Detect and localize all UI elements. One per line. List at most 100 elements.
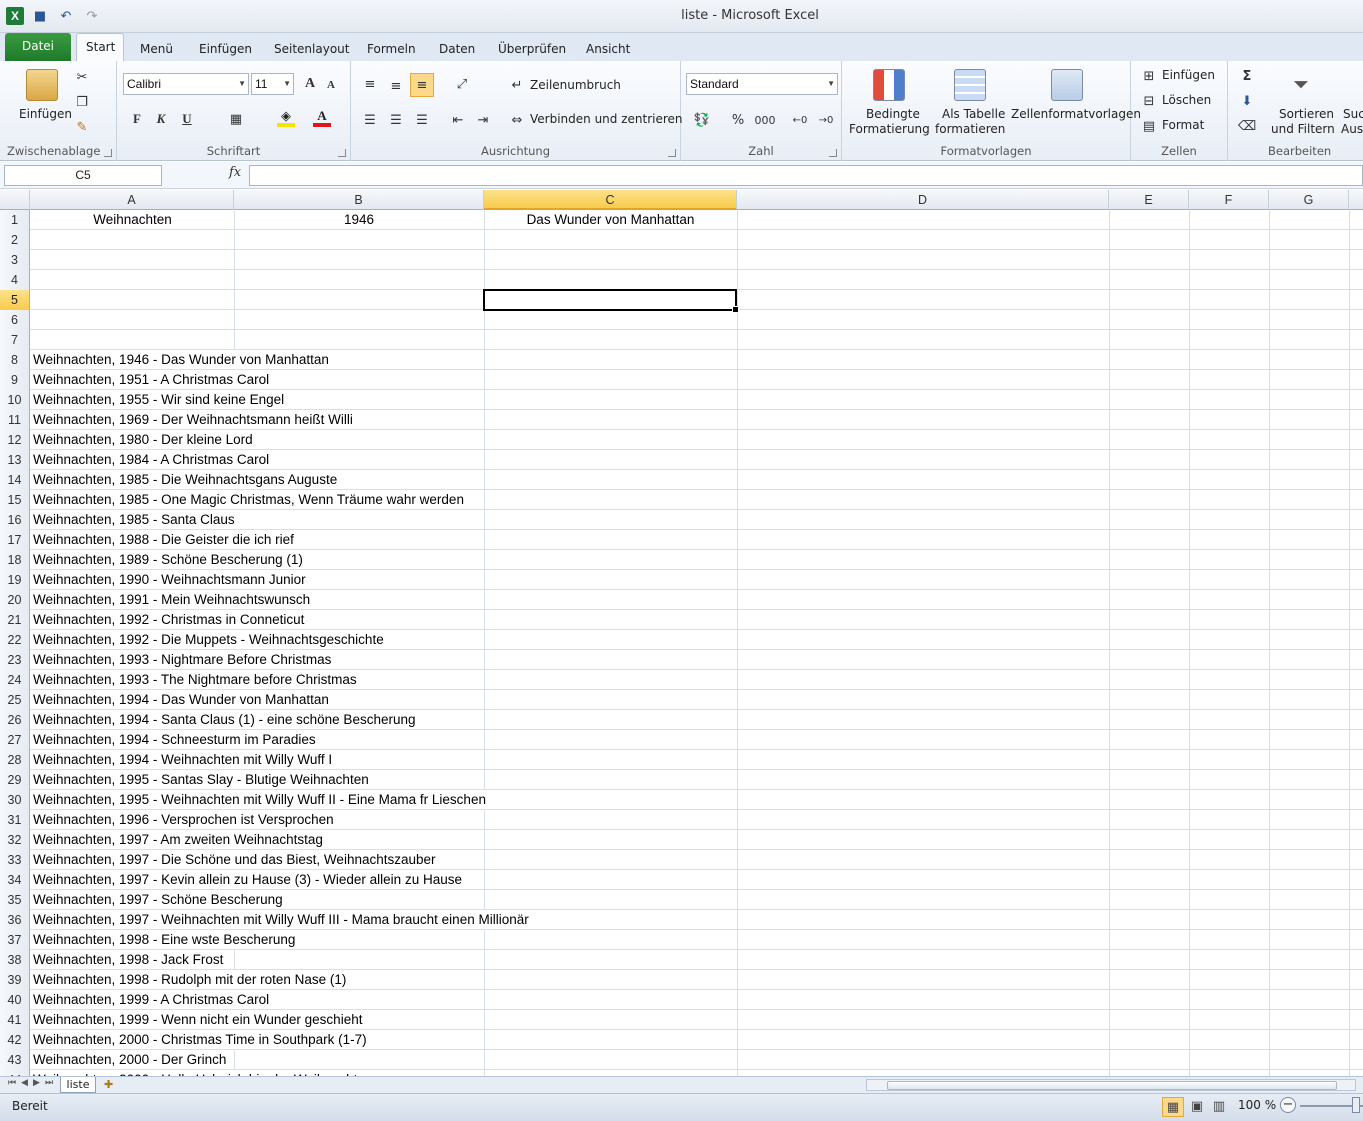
cell-a17[interactable]: Weihnachten, 1988 - Die Geister die ich … [31, 530, 294, 549]
horizontal-scrollbar[interactable] [866, 1079, 1356, 1091]
row-header[interactable]: 10 [0, 390, 30, 410]
merge-center-button[interactable]: Verbinden und zentrieren [530, 112, 683, 126]
sort-filter-label-2[interactable]: und Filtern [1271, 122, 1335, 136]
row-header[interactable]: 40 [0, 990, 30, 1010]
align-top-icon[interactable]: ≡ [361, 75, 379, 93]
row-header[interactable]: 14 [0, 470, 30, 490]
cell-a28[interactable]: Weihnachten, 1994 - Weihnachten mit Will… [31, 750, 333, 769]
row-header[interactable]: 32 [0, 830, 30, 850]
paste-button[interactable]: Einfügen [19, 107, 72, 121]
row-header[interactable]: 5 [0, 290, 30, 310]
bold-button[interactable]: F [129, 111, 145, 127]
new-sheet-icon[interactable]: ✚ [104, 1078, 113, 1091]
fill-color-icon[interactable]: ◈ [277, 109, 295, 127]
cell-a26[interactable]: Weihnachten, 1994 - Santa Claus (1) - ei… [31, 710, 416, 729]
percent-button[interactable]: % [729, 111, 747, 129]
prev-sheet-icon[interactable]: ◀ [21, 1078, 28, 1088]
font-size-select[interactable]: 11 ▼ [251, 73, 294, 95]
conditional-formatting-label-1[interactable]: Bedingte [866, 107, 920, 121]
row-header[interactable]: 19 [0, 570, 30, 590]
insert-cells-icon[interactable]: ⊞ [1140, 67, 1158, 85]
format-cells-icon[interactable]: ▤ [1140, 117, 1158, 135]
row-header[interactable]: 33 [0, 850, 30, 870]
row-header[interactable]: 36 [0, 910, 30, 930]
column-header-e[interactable]: E [1109, 190, 1189, 210]
conditional-formatting-icon[interactable] [873, 69, 905, 101]
row-header[interactable]: 13 [0, 450, 30, 470]
align-left-icon[interactable]: ☰ [361, 111, 379, 129]
spreadsheet-grid[interactable]: A B C D E F G 1 Weihnachten 1946 Das Wunder… [0, 190, 1363, 1076]
tab-ueberpruefen[interactable]: Überprüfen [489, 38, 575, 61]
copy-icon[interactable]: ❐ [74, 94, 90, 110]
row-header[interactable]: 22 [0, 630, 30, 650]
row-header[interactable]: 15 [0, 490, 30, 510]
row-header[interactable]: 9 [0, 370, 30, 390]
row-header[interactable]: 35 [0, 890, 30, 910]
row-header[interactable]: 12 [0, 430, 30, 450]
row-header[interactable]: 38 [0, 950, 30, 970]
cell-a32[interactable]: Weihnachten, 1997 - Am zweiten Weihnacht… [31, 830, 323, 849]
cell-a1[interactable]: Weihnachten [32, 210, 233, 229]
shrink-font-icon[interactable]: A [323, 77, 339, 93]
cut-icon[interactable]: ✂ [74, 69, 90, 85]
insert-function-icon[interactable]: fx [229, 165, 241, 180]
cell-a16[interactable]: Weihnachten, 1985 - Santa Claus [31, 510, 235, 529]
column-header-a[interactable]: A [30, 190, 234, 210]
decrease-indent-icon[interactable]: ⇤ [449, 111, 467, 129]
cell-a42[interactable]: Weihnachten, 2000 - Christmas Time in So… [31, 1030, 367, 1049]
format-as-table-label-2[interactable]: formatieren [935, 122, 1005, 136]
active-cell-c5[interactable] [483, 289, 739, 313]
zoom-slider-thumb[interactable] [1352, 1097, 1360, 1113]
orientation-icon[interactable]: ⤢ [451, 75, 473, 93]
row-header[interactable]: 24 [0, 670, 30, 690]
row-header[interactable]: 21 [0, 610, 30, 630]
format-as-table-label-1[interactable]: Als Tabelle [942, 107, 1005, 121]
row-header[interactable]: 37 [0, 930, 30, 950]
cell-a27[interactable]: Weihnachten, 1994 - Schneesturm im Parad… [31, 730, 316, 749]
cell-a39[interactable]: Weihnachten, 1998 - Rudolph mit der rote… [31, 970, 347, 989]
normal-view-icon[interactable]: ▦ [1162, 1097, 1184, 1117]
cell-a19[interactable]: Weihnachten, 1990 - Weihnachtsmann Junio… [31, 570, 306, 589]
align-right-icon[interactable]: ☰ [413, 111, 431, 129]
last-sheet-icon[interactable]: ⏭ [45, 1078, 53, 1088]
row-header[interactable]: 26 [0, 710, 30, 730]
cell-a38[interactable]: Weihnachten, 1998 - Jack Frost [31, 950, 224, 969]
font-color-icon[interactable]: A [313, 108, 331, 127]
cell-styles-button[interactable]: Zellenformatvorlagen [1011, 107, 1141, 121]
cell-a21[interactable]: Weihnachten, 1992 - Christmas in Conneti… [31, 610, 305, 629]
tab-start[interactable]: Start [76, 33, 124, 62]
cell-a36[interactable]: Weihnachten, 1997 - Weihnachten mit Will… [31, 910, 529, 929]
paste-icon[interactable] [26, 69, 58, 101]
currency-icon[interactable]: 💱 [691, 111, 713, 129]
sort-filter-label-1[interactable]: Sortieren [1279, 107, 1334, 121]
fill-icon[interactable]: ⬇ [1238, 92, 1256, 110]
row-header[interactable]: 29 [0, 770, 30, 790]
next-sheet-icon[interactable]: ▶ [33, 1078, 40, 1088]
format-painter-icon[interactable]: ✎ [74, 119, 90, 135]
cell-a25[interactable]: Weihnachten, 1994 - Das Wunder von Manha… [31, 690, 329, 709]
select-all-corner[interactable] [0, 190, 30, 210]
column-header-g[interactable]: G [1269, 190, 1349, 210]
zoom-level[interactable]: 100 % [1238, 1098, 1276, 1112]
find-select-label-1[interactable]: Suc [1343, 107, 1363, 121]
underline-button[interactable]: U [179, 111, 195, 127]
cell-a23[interactable]: Weihnachten, 1993 - Nightmare Before Chr… [31, 650, 332, 669]
autosum-icon[interactable]: Σ [1238, 67, 1256, 85]
conditional-formatting-label-2[interactable]: Formatierung [849, 122, 930, 136]
cell-a31[interactable]: Weihnachten, 1996 - Versprochen ist Vers… [31, 810, 334, 829]
alignment-launcher-icon[interactable] [668, 149, 676, 157]
tab-einfuegen[interactable]: Einfügen [190, 38, 261, 61]
format-cells-button[interactable]: Format [1162, 118, 1204, 132]
tab-menu[interactable]: Menü [131, 38, 182, 61]
cell-a13[interactable]: Weihnachten, 1984 - A Christmas Carol [31, 450, 270, 469]
row-header[interactable]: 31 [0, 810, 30, 830]
page-layout-view-icon[interactable]: ▣ [1186, 1097, 1208, 1117]
row-header[interactable]: 2 [0, 230, 30, 250]
cell-a24[interactable]: Weihnachten, 1993 - The Nightmare before… [31, 670, 357, 689]
tab-datei[interactable]: Datei [5, 33, 71, 61]
cell-a34[interactable]: Weihnachten, 1997 - Kevin allein zu Haus… [31, 870, 462, 889]
sort-filter-icon[interactable]: ⏷ [1286, 69, 1316, 99]
column-header-c[interactable]: C [484, 190, 737, 210]
delete-cells-button[interactable]: Löschen [1162, 93, 1211, 107]
find-select-label-2[interactable]: Aus [1341, 122, 1363, 136]
